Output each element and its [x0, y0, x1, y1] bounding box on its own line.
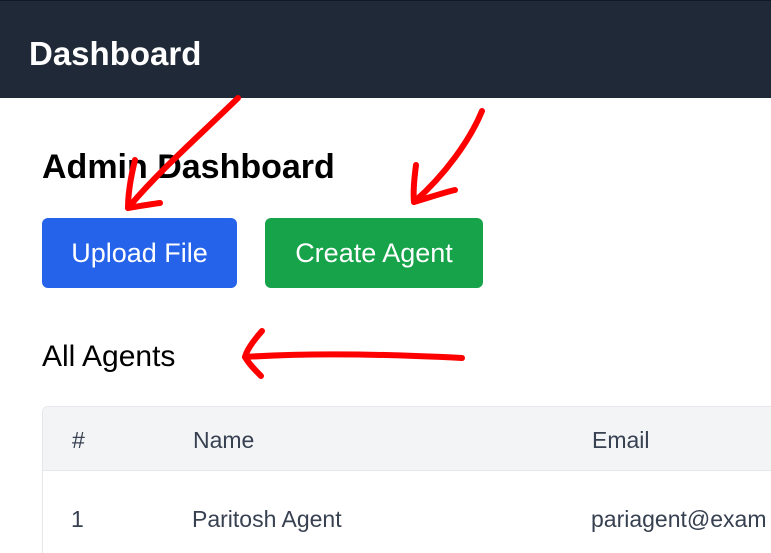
- upload-file-button[interactable]: Upload File: [42, 218, 237, 288]
- column-header-name: Name: [193, 427, 255, 453]
- table-cell-email: pariagent@exam: [591, 506, 767, 532]
- app-title[interactable]: Dashboard: [29, 34, 201, 74]
- table-cell-number: 1: [71, 506, 84, 532]
- table-header-row: # Name Email: [43, 407, 771, 471]
- top-navbar: Dashboard: [0, 0, 771, 98]
- column-header-number: #: [72, 427, 85, 453]
- arrow-to-create-agent-icon: [411, 108, 485, 205]
- column-header-email: Email: [592, 427, 650, 453]
- page: Dashboard Admin Dashboard Upload File Cr…: [0, 0, 771, 553]
- create-agent-button[interactable]: Create Agent: [265, 218, 483, 288]
- arrowhead-all-agents-icon: [242, 328, 265, 379]
- table-cell-name: Paritosh Agent: [192, 506, 342, 532]
- page-title: Admin Dashboard: [42, 148, 335, 186]
- arrowhead-create-agent-icon: [410, 162, 458, 205]
- agents-section-title: All Agents: [42, 340, 176, 373]
- arrow-to-all-agents-icon: [242, 351, 465, 361]
